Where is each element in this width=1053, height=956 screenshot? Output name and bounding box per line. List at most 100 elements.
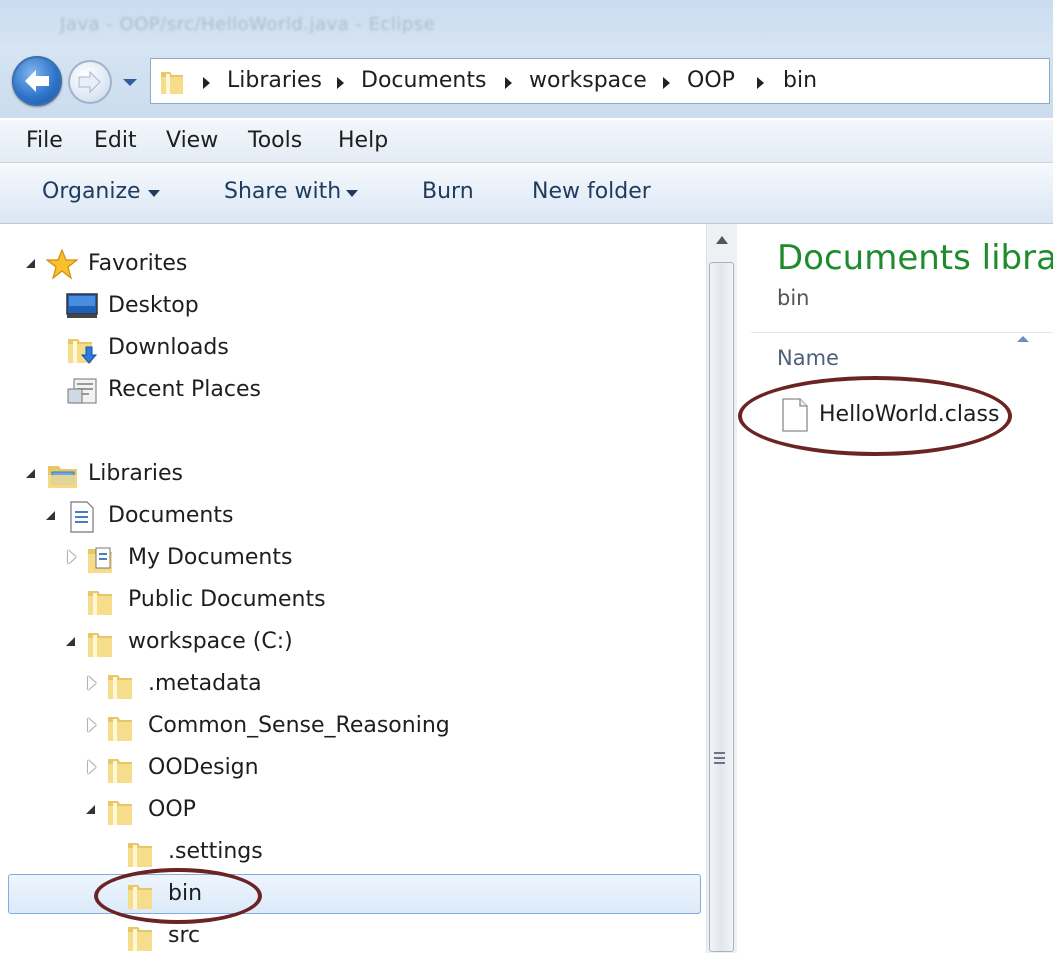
expand-arrow-icon[interactable]: [26, 469, 35, 478]
folder-icon: [108, 717, 132, 741]
scroll-up-arrow-icon[interactable]: [716, 236, 728, 244]
tree-item-label: Public Documents: [128, 587, 326, 612]
tree-item-label: OOP: [148, 797, 196, 822]
menu-edit[interactable]: Edit: [94, 128, 137, 153]
column-header-name[interactable]: Name: [777, 346, 839, 370]
breadcrumb-arrow-icon[interactable]: [203, 77, 210, 89]
tree-item-common-sense-reasoning[interactable]: Common_Sense_Reasoning: [0, 706, 700, 746]
header-divider: [751, 332, 1053, 333]
nav-pane-scrollbar[interactable]: [706, 224, 737, 953]
breadcrumb-arrow-icon[interactable]: [663, 77, 670, 89]
breadcrumb-libraries[interactable]: Libraries: [227, 67, 322, 95]
address-bar[interactable]: Libraries Documents workspace OOP bin: [150, 58, 1050, 104]
tree-item-label: OODesign: [148, 755, 259, 780]
tree-item-documents[interactable]: Documents: [0, 496, 700, 536]
tree-item-libraries[interactable]: Libraries: [0, 454, 700, 494]
tree-item-public-documents[interactable]: Public Documents: [0, 580, 700, 620]
collapse-arrow-icon[interactable]: [68, 550, 76, 564]
file-icon: [782, 398, 808, 432]
tree-item-downloads[interactable]: Downloads: [0, 328, 700, 368]
tree-item-label: bin: [168, 881, 203, 906]
forward-arrow-icon: [78, 70, 101, 94]
recent-places-icon: [67, 378, 97, 404]
folder-icon: [108, 675, 132, 699]
collapse-arrow-icon[interactable]: [88, 718, 96, 732]
content-pane[interactable]: Documents library bin Name HelloWorld.cl…: [737, 224, 1053, 953]
desktop-icon: [66, 293, 98, 318]
tree-item-oop[interactable]: OOP: [0, 790, 700, 830]
folder-icon: [88, 591, 112, 615]
share-with-button[interactable]: Share with: [224, 179, 341, 204]
libraries-icon: [48, 466, 77, 488]
folder-icon: [128, 843, 152, 867]
tree-item-label: workspace (C:): [128, 629, 293, 654]
downloads-folder-icon: [68, 339, 98, 364]
expand-arrow-icon[interactable]: [86, 805, 95, 814]
folder-icon: [128, 927, 152, 951]
grip-icon: [714, 752, 725, 767]
folder-icon: [108, 759, 132, 783]
file-name: HelloWorld.class: [819, 402, 1000, 427]
sort-ascending-icon: [1017, 336, 1029, 342]
tree-item-label: My Documents: [128, 545, 293, 570]
tree-item-workspace[interactable]: workspace (C:): [0, 622, 700, 662]
tree-item-label: Desktop: [108, 293, 199, 318]
menu-view[interactable]: View: [166, 128, 218, 153]
breadcrumb-arrow-icon[interactable]: [337, 77, 344, 89]
folder-icon: [108, 801, 132, 825]
tree-item-favorites[interactable]: Favorites: [0, 244, 700, 284]
tree-item-label: Recent Places: [108, 377, 261, 402]
tree-item-label: Downloads: [108, 335, 229, 360]
library-title: Documents library: [777, 238, 1053, 278]
library-subtitle: bin: [777, 286, 810, 310]
menu-help[interactable]: Help: [338, 128, 388, 153]
menu-tools[interactable]: Tools: [248, 128, 302, 153]
collapse-arrow-icon[interactable]: [88, 760, 96, 774]
forward-button[interactable]: [68, 60, 112, 104]
back-arrow-icon: [25, 70, 49, 92]
expand-arrow-icon[interactable]: [46, 511, 55, 520]
expand-arrow-icon[interactable]: [66, 637, 75, 646]
my-documents-icon: [88, 547, 112, 573]
tree-item-label: .settings: [168, 839, 263, 864]
tree-item-label: Libraries: [88, 461, 184, 486]
menu-file[interactable]: File: [26, 128, 63, 153]
tree-item-settings[interactable]: .settings: [0, 832, 700, 872]
collapse-arrow-icon[interactable]: [88, 676, 96, 690]
chevron-down-icon: [148, 190, 160, 197]
star-icon: [46, 248, 78, 280]
tree-item-desktop[interactable]: Desktop: [0, 286, 700, 326]
breadcrumb-arrow-icon[interactable]: [505, 77, 512, 89]
folder-icon: [88, 633, 112, 657]
burn-button[interactable]: Burn: [422, 179, 474, 204]
new-folder-button[interactable]: New folder: [532, 179, 651, 204]
menu-bar: File Edit View Tools Help: [0, 120, 1053, 163]
expand-arrow-icon[interactable]: [26, 259, 35, 268]
chevron-down-icon: [123, 79, 137, 86]
tree-item-label: .metadata: [148, 671, 262, 696]
tree-item-metadata[interactable]: .metadata: [0, 664, 700, 704]
tree-item-label: src: [168, 923, 201, 948]
tree-item-label: Favorites: [88, 251, 188, 276]
recent-pages-dropdown[interactable]: [120, 72, 140, 92]
chevron-down-icon: [346, 190, 358, 197]
tree-item-my-documents[interactable]: My Documents: [0, 538, 700, 578]
document-library-icon: [70, 501, 94, 533]
breadcrumb-workspace[interactable]: workspace: [529, 67, 647, 95]
tree-item-label: Common_Sense_Reasoning: [148, 713, 450, 738]
scrollbar-thumb[interactable]: [709, 262, 734, 952]
folder-icon: [128, 885, 152, 909]
command-bar: Organize Share with Burn New folder: [0, 163, 1053, 224]
organize-button[interactable]: Organize: [42, 179, 141, 204]
back-button[interactable]: [12, 56, 62, 106]
breadcrumb-oop[interactable]: OOP: [687, 67, 735, 95]
title-bar: Java - OOP/src/HelloWorld.java - Eclipse…: [0, 0, 1053, 118]
breadcrumb-bin[interactable]: bin: [783, 67, 817, 95]
tree-item-src[interactable]: src: [0, 916, 700, 956]
tree-item-recent-places[interactable]: Recent Places: [0, 370, 700, 410]
breadcrumb-arrow-icon[interactable]: [757, 77, 764, 89]
tree-item-oodesign[interactable]: OODesign: [0, 748, 700, 788]
tree-item-bin[interactable]: bin: [0, 874, 700, 914]
file-item[interactable]: HelloWorld.class: [777, 396, 1037, 436]
breadcrumb-documents[interactable]: Documents: [361, 67, 486, 95]
